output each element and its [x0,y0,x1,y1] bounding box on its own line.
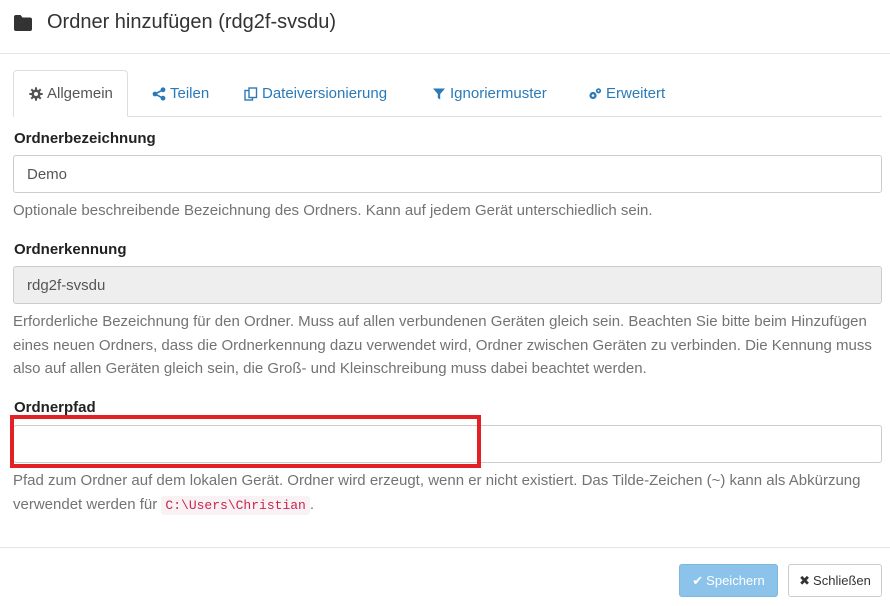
folder-id-label: Ordnerkennung [14,241,127,258]
filter-icon [433,88,445,99]
save-button[interactable]: ✔ Speichern [679,564,778,597]
tab-label: Teilen [170,85,210,102]
tab-label: Erweitert [606,85,666,102]
folder-path-help-text: Pfad zum Ordner auf dem lokalen Gerät. O… [13,472,861,513]
files-icon [244,86,258,101]
close-button-label: Schließen [813,573,871,588]
close-button[interactable]: ✖ Schließen [788,564,882,597]
check-icon: ✔ [692,572,704,588]
tab-erweitert[interactable]: Erweitert [588,70,665,117]
folder-label-help: Optionale beschreibende Bezeichnung des … [13,202,653,219]
folder-path-help-end: . [309,495,315,513]
folder-label-label: Ordnerbezeichnung [14,130,156,147]
folder-path-label: Ordnerpfad [14,399,96,416]
share-icon [152,86,166,101]
folder-path-input[interactable] [13,425,882,463]
modal-title: Ordner hinzufügen (rdg2f-svsdu) [47,11,337,33]
gears-icon [589,87,602,99]
gear-icon [29,86,43,101]
home-path-code: C:\Users\Christian [161,495,310,515]
modal-header: Ordner hinzufügen (rdg2f-svsdu) [0,0,890,54]
close-icon: ✖ [799,572,811,588]
folder-id-help: Erforderliche Bezeichnung für den Ordner… [13,313,872,377]
tab-label: Allgemein [47,85,113,102]
tab-dateiversionierung[interactable]: Dateiversionierung [244,70,387,117]
folder-path-help: Pfad zum Ordner auf dem lokalen Gerät. O… [13,469,888,517]
folder-label-input[interactable] [13,155,882,193]
tab-label: Dateiversionierung [262,85,388,102]
folder-id-input [13,266,882,304]
tab-allgemein[interactable]: Allgemein [13,70,128,117]
folder-icon [14,15,32,31]
tab-bar: Allgemein Teilen Dateiversionierung Igno… [13,70,882,117]
save-button-label: Speichern [706,573,765,588]
modal-footer: ✔ Speichern ✖ Schließen [0,547,890,606]
tab-teilen[interactable]: Teilen [152,70,209,117]
tab-ignoriermuster[interactable]: Ignoriermuster [432,70,547,117]
tab-label: Ignoriermuster [450,85,547,102]
